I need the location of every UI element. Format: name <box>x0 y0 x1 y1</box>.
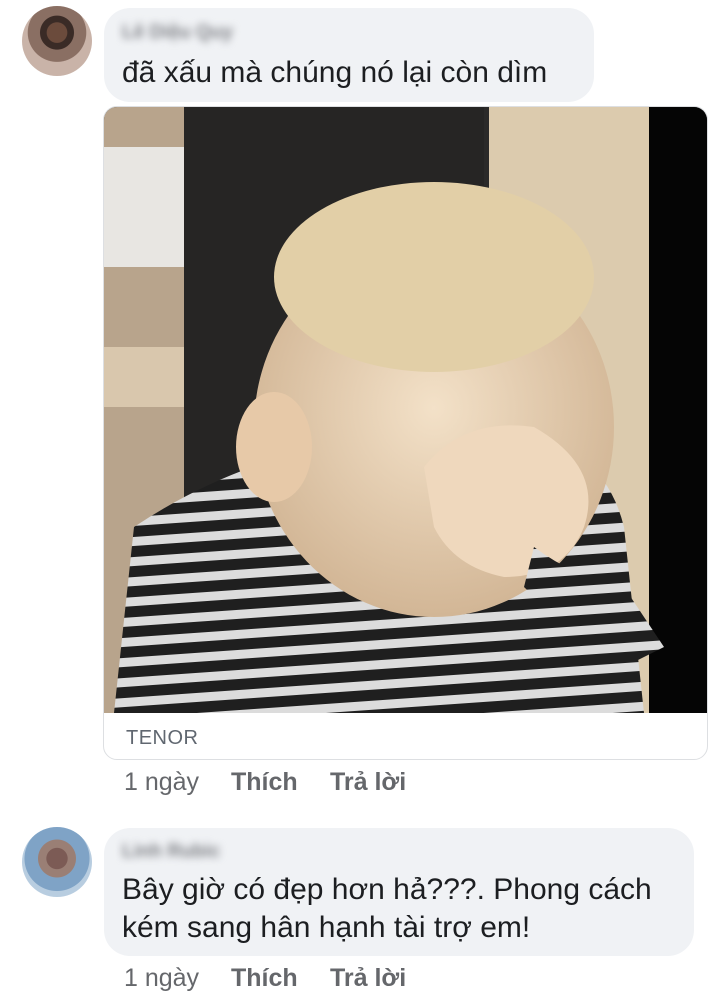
comment-timestamp[interactable]: 1 ngày <box>124 768 199 797</box>
gif-attachment[interactable]: TENOR <box>103 106 708 760</box>
comment-text: đã xấu mà chúng nó lại còn dìm <box>122 56 548 89</box>
like-button[interactable]: Thích <box>231 768 298 797</box>
comment-author-name[interactable]: Linh Rubic <box>122 841 220 863</box>
gif-source-label: TENOR <box>126 727 199 749</box>
comment-author-name[interactable]: Lê Diệu Quy <box>122 22 233 44</box>
commenter-avatar[interactable] <box>22 827 92 897</box>
comment-timestamp[interactable]: 1 ngày <box>124 964 199 993</box>
like-button[interactable]: Thích <box>231 964 298 993</box>
comment-text: Bây giờ có đẹp hơn hả???. Phong cách kém… <box>122 873 652 944</box>
reply-button[interactable]: Trả lời <box>330 964 406 993</box>
reply-button[interactable]: Trả lời <box>330 768 406 797</box>
gif-image[interactable] <box>104 107 708 713</box>
commenter-avatar[interactable] <box>22 6 92 76</box>
